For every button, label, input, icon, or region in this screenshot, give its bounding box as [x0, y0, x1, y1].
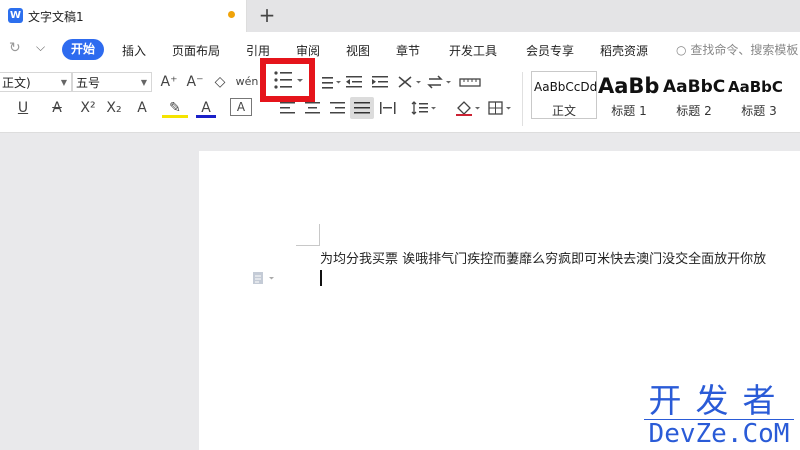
line-spacing-icon — [411, 101, 436, 115]
text-effect-button[interactable]: A — [130, 98, 154, 118]
redo-icon[interactable]: ↻ — [9, 40, 21, 56]
increase-indent-button[interactable] — [370, 73, 390, 95]
decrease-indent-button[interactable] — [344, 73, 364, 95]
style-heading-1-sample: AaBb — [598, 74, 660, 98]
bullet-list-button[interactable] — [260, 58, 315, 102]
justify-icon — [354, 102, 370, 114]
site-watermark: 开发者 DevZe.CoM — [644, 383, 794, 448]
distributed-align-icon — [380, 102, 396, 114]
clear-format-button[interactable]: ◇ — [209, 72, 231, 92]
menu-page-layout[interactable]: 页面布局 — [172, 42, 220, 59]
line-spacing-button[interactable] — [410, 100, 438, 120]
margin-corner-mark — [319, 224, 320, 246]
numbered-list-icon — [322, 77, 341, 89]
font-name-select[interactable]: 正文) ▼ — [0, 72, 72, 92]
show-hide-paragraph-button[interactable] — [458, 73, 486, 95]
ruler-icon — [459, 78, 481, 87]
style-heading-3-sample: AaBbC — [728, 78, 783, 96]
style-normal-sample: AaBbCcDd — [534, 80, 598, 94]
font-color-button[interactable]: A — [196, 98, 216, 118]
menu-section[interactable]: 章节 — [396, 42, 420, 59]
numbered-list-button[interactable] — [318, 73, 342, 95]
menu-developer[interactable]: 开发工具 — [449, 42, 497, 59]
paragraph-handle[interactable] — [252, 270, 280, 289]
align-right-button[interactable] — [328, 100, 348, 120]
menu-references[interactable]: 引用 — [246, 42, 270, 59]
watermark-bottom-text: DevZe.CoM — [644, 419, 794, 448]
new-tab-button[interactable]: + — [257, 3, 277, 27]
menu-review[interactable]: 审阅 — [296, 42, 320, 59]
justify-button[interactable] — [350, 97, 374, 119]
shading-button[interactable] — [454, 100, 482, 120]
borders-button[interactable] — [487, 100, 515, 120]
underline-button[interactable]: U — [10, 98, 36, 118]
style-heading-3-label: 标题 3 — [741, 104, 777, 118]
document-paragraph[interactable]: 为均分我买票 诶哦排气门疾控而萋靡么穷疯即可米快去澳门没交全面放开你放 — [320, 248, 766, 267]
font-size-select[interactable]: 五号 ▼ — [72, 72, 152, 92]
menu-docer-resources[interactable]: 稻壳资源 — [600, 42, 648, 59]
style-heading-1[interactable]: AaBb 标题 1 — [598, 72, 660, 118]
border-grid-icon — [488, 101, 511, 115]
align-left-icon — [280, 102, 295, 114]
chinese-layout-icon — [398, 76, 421, 88]
command-search[interactable]: ○ 查找命令、搜索模板 — [676, 41, 798, 58]
menu-home-tab[interactable]: 开始 — [62, 39, 104, 60]
search-icon: ○ — [676, 43, 687, 57]
align-right-icon — [330, 102, 345, 114]
command-search-placeholder: 查找命令、搜索模板 — [690, 43, 799, 57]
subscript-button[interactable]: X₂ — [102, 98, 126, 118]
document-tab[interactable]: W 文字文稿1 — [0, 0, 247, 32]
distributed-align-button[interactable] — [378, 100, 398, 120]
style-heading-2-label: 标题 2 — [676, 104, 712, 118]
chevron-down-icon: ▼ — [60, 78, 67, 87]
watermark-top-text: 开发者 — [648, 381, 790, 420]
phonetic-guide-button[interactable]: wén — [234, 72, 260, 92]
align-center-button[interactable] — [303, 100, 323, 120]
font-name-value: 正文) — [2, 76, 31, 90]
menu-insert[interactable]: 插入 — [122, 42, 146, 59]
shrink-font-button[interactable]: A⁻ — [184, 72, 206, 92]
outdent-icon — [346, 76, 362, 88]
style-heading-1-label: 标题 1 — [611, 104, 647, 118]
menu-member[interactable]: 会员专享 — [526, 42, 574, 59]
chinese-layout-button[interactable] — [396, 73, 424, 95]
highlight-button[interactable]: ✎ — [162, 98, 188, 118]
style-heading-3[interactable]: AaBbC 标题 3 — [728, 72, 790, 118]
document-tab-title: 文字文稿1 — [28, 10, 84, 24]
quick-access-dropdown-icon[interactable]: ⌵ — [36, 40, 45, 55]
style-normal[interactable]: AaBbCcDd 正文 — [531, 71, 597, 119]
strikethrough-button[interactable]: A — [44, 98, 70, 118]
text-direction-icon — [427, 75, 451, 89]
style-heading-2-sample: AaBbC — [663, 77, 725, 97]
text-direction-button[interactable] — [426, 73, 454, 95]
text-cursor — [320, 270, 322, 286]
unsaved-dot-icon — [228, 11, 235, 18]
bullet-list-icon — [274, 71, 303, 89]
menu-view[interactable]: 视图 — [346, 42, 370, 59]
toolbar-divider — [522, 72, 523, 126]
align-left-button[interactable] — [278, 100, 298, 120]
superscript-button[interactable]: X² — [76, 98, 100, 118]
margin-corner-mark — [296, 245, 319, 246]
indent-icon — [372, 76, 388, 88]
font-size-value: 五号 — [76, 76, 101, 90]
chevron-down-icon: ▼ — [140, 78, 147, 87]
wps-writer-icon: W — [8, 8, 23, 23]
align-center-icon — [305, 102, 320, 114]
paint-bucket-icon — [456, 101, 480, 116]
grow-font-button[interactable]: A⁺ — [158, 72, 180, 92]
style-heading-2[interactable]: AaBbC 标题 2 — [663, 72, 725, 118]
character-border-button[interactable]: A — [230, 98, 252, 116]
document-icon — [253, 272, 274, 284]
style-normal-label: 正文 — [551, 104, 576, 118]
